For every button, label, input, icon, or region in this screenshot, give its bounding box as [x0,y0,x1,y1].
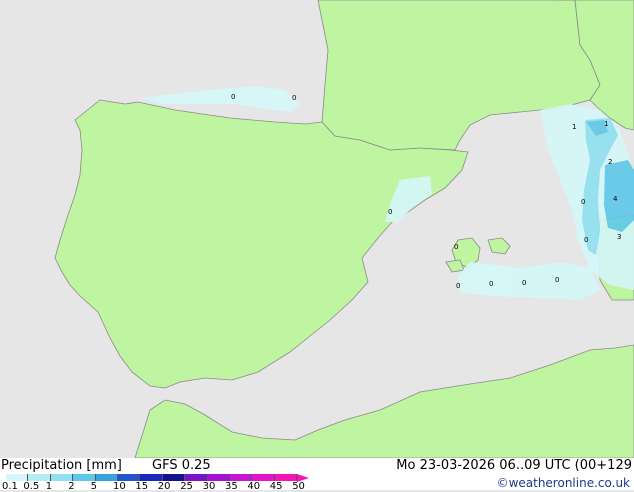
precipitation-map-view: 0 0 0 1 1 2 0 4 0 3 0 0 0 0 0 Precipitat… [0,0,634,492]
legend-color-cell [230,474,253,481]
credit-link[interactable]: ©weatheronline.co.uk [497,476,630,490]
legend-color-cell [252,474,275,481]
legend-tick-label: 10 [113,481,126,492]
precip-area-heavy-cell [604,160,634,232]
map-value-label: 0 [584,236,588,244]
legend-tick-label: 45 [269,481,283,492]
map-value-label: 3 [617,233,621,241]
legend-color-cell [185,474,208,481]
map-value-label: 0 [454,243,458,251]
legend-tick-label: 50 [292,481,305,492]
legend-color-cell [162,474,186,481]
legend-color-cell [207,474,230,481]
legend-color-cell [140,474,163,481]
legend-tick-label: 20 [157,481,171,492]
legend-tick-label: 35 [225,481,238,492]
legend-color-cell [50,474,74,481]
map-value-label: 0 [231,93,235,101]
map-canvas: 0 0 0 1 1 2 0 4 0 3 0 0 0 0 0 [0,0,634,458]
legend-color-cell [6,474,29,481]
map-value-label: 0 [456,282,460,290]
legend-color-cell [118,474,141,481]
map-title: Precipitation [mm] [1,458,122,473]
map-value-label: 4 [613,195,618,203]
map-value-label: 1 [572,123,576,131]
legend-tick-label: 15 [135,481,149,492]
legend-tick-label: 30 [202,481,216,492]
map-value-label: 0 [489,280,493,288]
legend-tick-label: 40 [247,481,261,492]
map-value-label: 0 [388,208,392,216]
valid-time-label: Mo 23-03-2026 06..09 UTC (00+129 [396,458,632,473]
map-value-label: 0 [581,198,585,206]
model-label: GFS 0.25 [152,458,211,473]
legend-color-cell [73,474,96,481]
legend-color-cell [28,474,51,481]
map-value-label: 0 [522,279,526,287]
legend-tick-label: 2 [68,481,75,492]
legend-color-cell [274,474,298,481]
legend-tick-label: 0.5 [23,481,40,492]
legend-color-cell [95,474,118,481]
map-value-label: 1 [604,120,608,128]
legend-tick-label: 5 [90,481,97,492]
map-value-label: 2 [608,158,612,166]
legend-tick-label: 1 [45,481,53,492]
map-value-label: 0 [555,276,559,284]
map-value-label: 0 [292,94,296,102]
legend-tick-label: 25 [180,481,193,492]
legend-tick-label: 0.1 [2,481,18,492]
precip-area-balearic-sea [458,262,600,300]
